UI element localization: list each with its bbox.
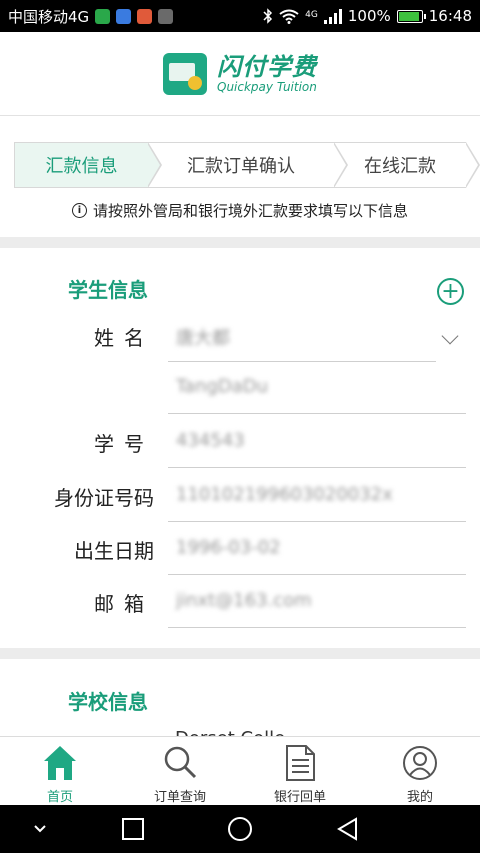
step-online-remittance: 在线汇款: [334, 142, 480, 188]
status-bar: 中国移动4G 4G 100% 16:48: [0, 0, 480, 32]
email-row: 邮箱 jinxt@163.com: [0, 576, 480, 628]
chevron-down-icon: [34, 825, 46, 833]
tab-home[interactable]: 首页: [0, 737, 120, 805]
step-label: 在线汇款: [364, 156, 436, 177]
nav-home-button[interactable]: [226, 805, 254, 853]
step-remittance-info: 汇款信息: [14, 142, 162, 188]
step-label: 汇款订单确认: [187, 156, 295, 177]
name-label: 姓名: [94, 326, 154, 350]
clock: 16:48: [428, 7, 472, 25]
tab-bank-receipt[interactable]: 银行回单: [240, 737, 360, 805]
battery-percent: 100%: [347, 7, 391, 25]
nav-back-button[interactable]: [334, 805, 360, 853]
notice: i 请按照外管局和银行境外汇款要求填写以下信息: [0, 200, 480, 221]
student-id-row: 学号 434543: [0, 416, 480, 468]
step-arrow-icon: [147, 142, 162, 188]
logo-subtitle: Quickpay Tuition: [217, 79, 317, 94]
step-arrow-icon: [333, 142, 348, 188]
step-label: 汇款信息: [45, 156, 118, 177]
notice-text: 请按照外管局和银行境外汇款要求填写以下信息: [92, 202, 408, 220]
step-order-confirm: 汇款订单确认: [148, 142, 348, 188]
progress-steps: 汇款信息 汇款订单确认 在线汇款: [14, 142, 480, 188]
birthdate-label: 出生日期: [74, 539, 154, 563]
tab-label: 订单查询: [153, 790, 206, 805]
app-header: 闪付学费 Quickpay Tuition: [0, 32, 480, 116]
id-number-value: 110102199603020032x: [176, 484, 393, 505]
app-notification-icon: [137, 8, 153, 24]
info-icon: i: [71, 203, 87, 218]
recents-icon: [122, 818, 144, 840]
section-divider: [0, 237, 480, 248]
section-divider: [0, 648, 480, 659]
add-student-button[interactable]: +: [437, 278, 464, 305]
step-arrow-icon: [465, 142, 480, 188]
pinyin-row: TangDaDu: [0, 362, 480, 414]
tab-label: 银行回单: [273, 790, 326, 805]
name-value: 唐大都: [176, 328, 230, 349]
name-row: 姓名 唐大都: [0, 310, 480, 362]
email-value: jinxt@163.com: [176, 590, 312, 611]
back-icon: [337, 817, 357, 841]
user-icon: [403, 746, 437, 780]
school-name-value[interactable]: Dorset Colle: [175, 728, 285, 736]
home-circle-icon: [228, 817, 252, 841]
student-id-value: 434543: [176, 430, 245, 451]
email-field[interactable]: jinxt@163.com: [168, 576, 466, 628]
document-icon: [286, 745, 315, 781]
logo-title: 闪付学费: [217, 52, 317, 81]
tab-label: 我的: [406, 790, 433, 805]
app-logo-text: 闪付学费 Quickpay Tuition: [217, 54, 317, 94]
battery-icon: [396, 9, 426, 23]
birthdate-value: 1996-03-02: [176, 537, 281, 558]
message-notification-icon: [116, 8, 132, 24]
pinyin-field[interactable]: TangDaDu: [168, 362, 466, 414]
birthdate-row: 出生日期 1996-03-02: [0, 523, 480, 575]
student-section-title: 学生信息: [68, 278, 148, 302]
home-icon: [44, 746, 76, 780]
email-label: 邮箱: [94, 592, 154, 616]
search-icon: [164, 746, 197, 779]
id-number-field[interactable]: 110102199603020032x: [168, 470, 466, 522]
name-field[interactable]: 唐大都: [168, 310, 436, 362]
wifi-icon: [279, 9, 299, 24]
app-logo-icon: [163, 52, 207, 95]
wechat-notification-icon: [95, 8, 111, 24]
gallery-notification-icon: [158, 8, 174, 24]
pinyin-value: TangDaDu: [176, 376, 269, 397]
nav-hide-button[interactable]: [28, 805, 52, 853]
birthdate-field[interactable]: 1996-03-02: [168, 523, 466, 575]
bluetooth-icon: [263, 8, 273, 24]
bottom-tab-bar: 首页 订单查询 银行回单 我的: [0, 736, 480, 805]
tab-order-query[interactable]: 订单查询: [120, 737, 240, 805]
student-id-label: 学号: [94, 432, 154, 456]
student-id-field[interactable]: 434543: [168, 416, 466, 468]
tab-label: 首页: [46, 790, 73, 805]
system-nav-bar: [0, 805, 480, 853]
id-number-row: 身份证号码 110102199603020032x: [0, 470, 480, 522]
nav-recents-button[interactable]: [120, 805, 146, 853]
school-section-title: 学校信息: [68, 690, 148, 714]
signal-icon: [323, 8, 342, 24]
tab-mine[interactable]: 我的: [360, 737, 480, 805]
carrier-text: 中国移动4G: [8, 7, 90, 26]
network-type-label: 4G: [305, 10, 318, 20]
id-number-label: 身份证号码: [54, 486, 154, 510]
